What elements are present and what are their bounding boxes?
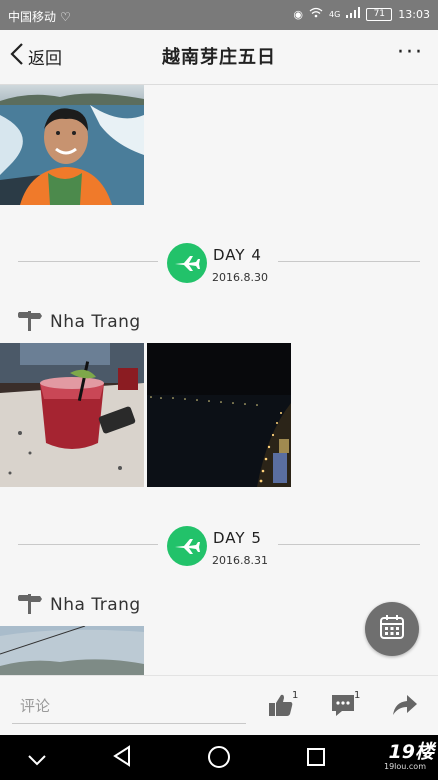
photo-cable-car[interactable] [0, 626, 144, 675]
clock: 13:03 [398, 7, 430, 21]
divider-right [278, 544, 420, 545]
comment-input[interactable] [12, 688, 246, 724]
page-title: 越南芽庄五日 [162, 47, 276, 68]
signal-icon [346, 7, 361, 21]
thumbs-up-icon[interactable] [268, 693, 294, 721]
battery-indicator: 71 [366, 7, 393, 21]
divider-right [278, 261, 420, 262]
location-row[interactable]: Nha Trang [17, 309, 141, 335]
location-name: Nha Trang [50, 312, 141, 332]
nav-home-icon[interactable] [207, 745, 231, 773]
watermark-url: 19lou.com [384, 762, 426, 771]
day-label: DAY 5 [213, 529, 262, 547]
like-count: 1 [292, 690, 299, 701]
day-separator-5: DAY 5 2016.8.31 [0, 526, 438, 576]
signpost-icon [17, 309, 42, 335]
airplane-icon [167, 243, 207, 283]
location-row[interactable]: Nha Trang [17, 592, 141, 618]
watermark-logo: 19楼 [388, 741, 434, 763]
signpost-icon [17, 592, 42, 618]
day-date: 2016.8.30 [212, 271, 268, 284]
carrier-label: 中国移动 [8, 10, 57, 24]
photo-night-bay[interactable] [147, 343, 291, 487]
eye-icon: ◉ [293, 7, 303, 21]
divider-left [18, 544, 158, 545]
divider-left [18, 261, 158, 262]
app-header: 返回 越南芽庄五日 ··· [0, 30, 438, 85]
nav-recent-icon[interactable] [306, 747, 326, 771]
more-icon[interactable]: ··· [397, 42, 424, 64]
photo-cocktail[interactable] [0, 343, 144, 487]
day-date: 2016.8.31 [212, 554, 268, 567]
comment-count: 1 [354, 690, 361, 701]
calendar-button[interactable] [365, 602, 419, 656]
calendar-icon [379, 614, 405, 644]
comment-icon[interactable] [330, 693, 356, 721]
comment-bar: 1 1 [0, 675, 438, 735]
airplane-icon [167, 526, 207, 566]
nav-back-icon[interactable] [112, 745, 132, 771]
status-bar: 中国移动 ♡ ◉ 4G 71 13:03 [0, 0, 438, 30]
system-nav-bar: 19楼 19lou.com [0, 735, 438, 780]
photo-boat-selfie[interactable] [0, 85, 144, 205]
location-name: Nha Trang [50, 595, 141, 615]
day-separator-4: DAY 4 2016.8.30 [0, 243, 438, 293]
health-heart-icon: ♡ [60, 9, 71, 24]
wifi-icon [309, 7, 323, 21]
nav-down-icon[interactable] [28, 751, 46, 770]
trip-timeline: DAY 4 2016.8.30 Nha Trang DAY 5 2016.8.3… [0, 85, 438, 675]
day-label: DAY 4 [213, 246, 262, 264]
share-icon[interactable] [392, 693, 418, 721]
network-type: 4G [329, 9, 341, 19]
